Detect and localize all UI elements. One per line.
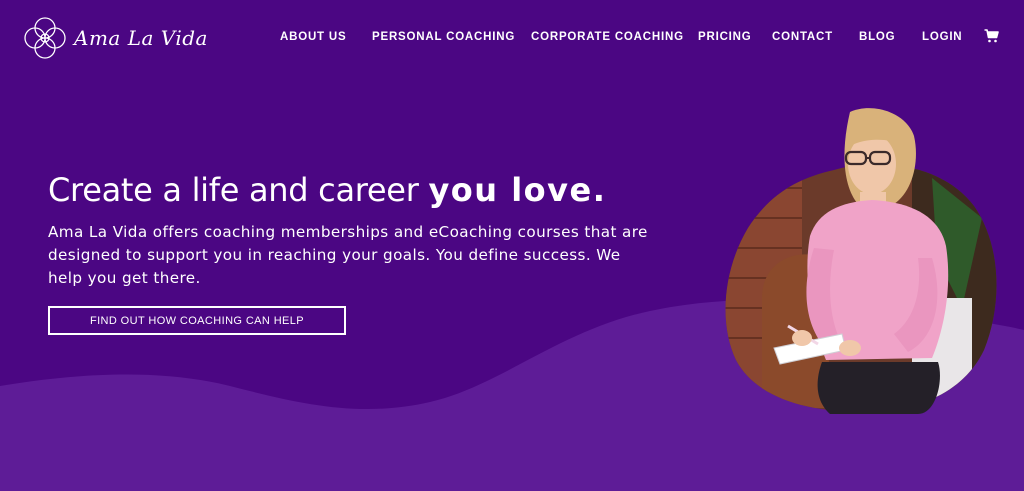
hero-headline: Create a life and career you love.: [48, 169, 668, 211]
logo[interactable]: Ama La Vida: [22, 15, 208, 61]
brand-name: Ama La Vida: [74, 26, 208, 50]
flower-logo-icon: [24, 17, 66, 59]
nav-pricing[interactable]: PRICING: [698, 31, 752, 43]
hero-photo: [725, 108, 997, 414]
nav-personal-coaching[interactable]: PERSONAL COACHING: [372, 31, 515, 43]
hero-subtext: Ama La Vida offers coaching memberships …: [48, 223, 648, 287]
cart-icon[interactable]: [984, 29, 999, 43]
nav-corporate-coaching[interactable]: CORPORATE COACHING: [531, 31, 684, 43]
nav-about-us[interactable]: ABOUT US: [280, 31, 346, 43]
nav-blog[interactable]: BLOG: [859, 31, 895, 43]
nav-login[interactable]: LOGIN: [922, 31, 962, 43]
headline-bold: you love.: [428, 171, 607, 209]
headline-regular: Create a life and career: [48, 171, 429, 209]
site-header: Ama La Vida ABOUT US PERSONAL COACHING C…: [0, 0, 1024, 76]
hero-section: Create a life and career you love. Ama L…: [48, 169, 668, 290]
nav-contact[interactable]: CONTACT: [772, 31, 833, 43]
find-out-coaching-button[interactable]: FIND OUT HOW COACHING CAN HELP: [48, 306, 346, 335]
